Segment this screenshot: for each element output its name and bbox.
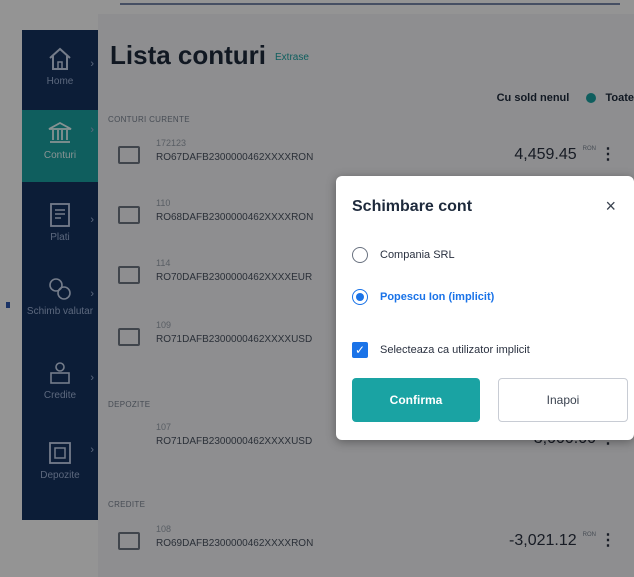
account-switch-dialog: Schimbare cont × Compania SRL Popescu Io…	[336, 176, 634, 440]
app-window: Home › Conturi › Plati › Schimb valutar …	[0, 0, 634, 577]
option-label: Compania SRL	[380, 248, 455, 261]
checkbox-checked-icon[interactable]: ✓	[352, 341, 368, 358]
back-button[interactable]: Inapoi	[498, 378, 628, 422]
option-compania-srl[interactable]: Compania SRL	[352, 246, 455, 268]
option-label: Popescu Ion (implicit)	[380, 290, 495, 303]
close-icon[interactable]: ×	[605, 196, 616, 217]
radio-selected[interactable]	[352, 288, 368, 305]
checkbox-label: Selecteaza ca utilizator implicit	[380, 343, 530, 356]
dialog-title: Schimbare cont	[352, 198, 473, 215]
confirm-button[interactable]: Confirma	[352, 378, 480, 422]
default-user-checkbox-row[interactable]: ✓ Selecteaza ca utilizator implicit	[352, 341, 530, 363]
option-popescu-ion[interactable]: Popescu Ion (implicit)	[352, 288, 494, 310]
radio-unselected[interactable]	[352, 246, 368, 263]
